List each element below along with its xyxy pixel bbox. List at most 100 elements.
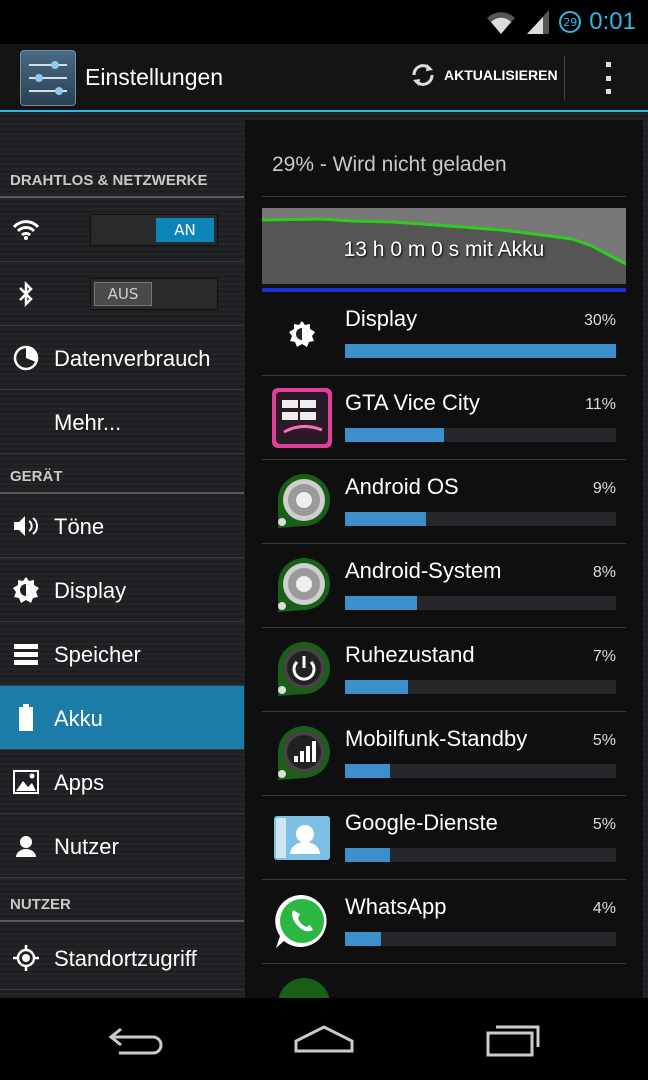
usage-percent: 4%	[592, 900, 616, 917]
back-button[interactable]	[95, 1018, 175, 1060]
battery-usage-row-android-system[interactable]: Android-System 8%	[262, 544, 626, 628]
wifi-toggle[interactable]: AN	[90, 214, 218, 246]
section-label: DRAHTLOS & NETZWERKE	[10, 172, 208, 189]
wifi-status-icon	[487, 12, 516, 34]
usage-bar-fill	[345, 848, 391, 862]
usage-bar	[345, 428, 616, 442]
usage-bar-fill	[345, 512, 427, 526]
app-name: Android OS	[345, 474, 459, 499]
battery-time-label: 13 h 0 m 0 s mit Akku	[343, 238, 545, 261]
usage-percent: 7%	[592, 648, 616, 665]
app-name: Mobilfunk-Standby	[345, 726, 528, 751]
power-icon	[272, 640, 332, 700]
section-header-user: NUTZER	[0, 882, 244, 922]
overflow-menu-icon[interactable]	[598, 62, 618, 94]
app-name: Android-System	[345, 558, 502, 583]
usage-bar-fill	[345, 596, 418, 610]
speaker-icon	[12, 512, 40, 540]
sidebar-item-display[interactable]: Display	[0, 558, 244, 622]
battery-usage-row-standby[interactable]: Ruhezustand 7%	[262, 628, 626, 712]
battery-status-icon: 29	[559, 11, 582, 33]
sidebar-item-wifi[interactable]: AN	[0, 198, 244, 262]
settings-app-icon[interactable]	[20, 50, 76, 106]
battery-usage-row-whatsapp[interactable]: WhatsApp 4%	[262, 880, 626, 964]
content-area: DRAHTLOS & NETZWERKE AN AUS Datenverbrau…	[0, 112, 648, 998]
storage-icon	[12, 640, 40, 668]
brightness-icon	[272, 304, 332, 364]
data-usage-icon	[12, 344, 40, 372]
status-icons: 29 0:01	[485, 6, 636, 38]
sidebar-item-sound[interactable]: Töne	[0, 494, 244, 558]
usage-bar	[345, 344, 616, 358]
sidebar-item-bluetooth[interactable]: AUS	[0, 262, 244, 326]
recent-apps-button[interactable]	[474, 1018, 554, 1060]
battery-usage-row-google-services[interactable]: Google-Dienste 5%	[262, 796, 626, 880]
brightness-icon	[12, 576, 40, 604]
apps-icon	[12, 768, 40, 796]
sidebar-item-storage[interactable]: Speicher	[0, 622, 244, 686]
usage-percent: 5%	[592, 732, 616, 749]
battery-usage-row-gta[interactable]: GTA Vice City 11%	[262, 376, 626, 460]
section-header-device: GERÄT	[0, 454, 244, 494]
summary-divider	[262, 196, 626, 197]
wifi-toggle-state: AN	[156, 218, 214, 242]
app-name: WhatsApp	[345, 894, 447, 919]
sidebar-item-label: Nutzer	[54, 834, 119, 859]
sidebar-item-users[interactable]: Nutzer	[0, 814, 244, 878]
battery-history-graph[interactable]: 13 h 0 m 0 s mit Akku	[262, 208, 626, 292]
section-header-wireless: DRAHTLOS & NETZWERKE	[0, 158, 244, 198]
clock: 0:01	[589, 8, 636, 35]
android-system-icon	[272, 556, 332, 616]
battery-usage-row-cell-standby[interactable]: Mobilfunk-Standby 5%	[262, 712, 626, 796]
settings-sidebar: DRAHTLOS & NETZWERKE AN AUS Datenverbrau…	[0, 112, 244, 998]
whatsapp-icon	[272, 892, 332, 952]
bluetooth-toggle-state: AUS	[94, 282, 152, 306]
gta-icon	[272, 388, 332, 448]
battery-usage-row-android-os[interactable]: Android OS 9%	[262, 460, 626, 544]
usage-bar	[345, 512, 616, 526]
actionbar-divider	[564, 56, 565, 100]
home-button[interactable]	[284, 1018, 364, 1060]
usage-percent: 30%	[583, 312, 616, 329]
sidebar-item-label: Standortzugriff	[54, 946, 197, 971]
refresh-button[interactable]: AKTUALISIEREN	[408, 60, 558, 90]
sidebar-item-label: Mehr...	[54, 410, 122, 435]
usage-percent: 11%	[585, 396, 616, 413]
usage-bar	[345, 680, 616, 694]
wifi-icon	[12, 216, 40, 244]
page-title: Einstellungen	[85, 64, 224, 90]
partial-app-icon	[272, 976, 332, 998]
app-name: Google-Dienste	[345, 810, 498, 835]
user-icon	[12, 832, 40, 860]
bluetooth-icon	[12, 280, 40, 308]
battery-usage-row-display[interactable]: Display 30%	[262, 292, 626, 376]
sidebar-item-label: Display	[54, 578, 127, 603]
section-label: GERÄT	[10, 468, 63, 485]
refresh-label: AKTUALISIEREN	[444, 67, 558, 83]
sidebar-item-battery[interactable]: Akku	[0, 686, 244, 750]
bluetooth-toggle[interactable]: AUS	[90, 278, 218, 310]
recent-apps-icon	[486, 1025, 540, 1057]
usage-bar	[345, 596, 616, 610]
section-divider	[0, 920, 244, 922]
app-name: Ruhezustand	[345, 642, 475, 667]
usage-bar-fill	[345, 344, 616, 358]
sidebar-item-label: Akku	[54, 706, 103, 731]
usage-bar-fill	[345, 680, 409, 694]
sidebar-item-data-usage[interactable]: Datenverbrauch	[0, 326, 244, 390]
sidebar-item-more[interactable]: Mehr...	[0, 390, 244, 454]
sidebar-item-apps[interactable]: Apps	[0, 750, 244, 814]
back-icon	[108, 1027, 163, 1055]
battery-usage-row-partial[interactable]	[262, 964, 626, 998]
sidebar-item-label: Datenverbrauch	[54, 346, 211, 371]
battery-icon	[12, 704, 40, 732]
android-os-icon	[272, 472, 332, 532]
sidebar-item-location[interactable]: Standortzugriff	[0, 926, 244, 990]
usage-bar-fill	[345, 932, 382, 946]
navigation-bar	[0, 998, 648, 1080]
refresh-icon	[412, 64, 434, 86]
sidebar-item-label: Apps	[54, 770, 105, 795]
location-icon	[12, 944, 40, 972]
app-name: Display	[345, 306, 418, 331]
usage-bar	[345, 848, 616, 862]
